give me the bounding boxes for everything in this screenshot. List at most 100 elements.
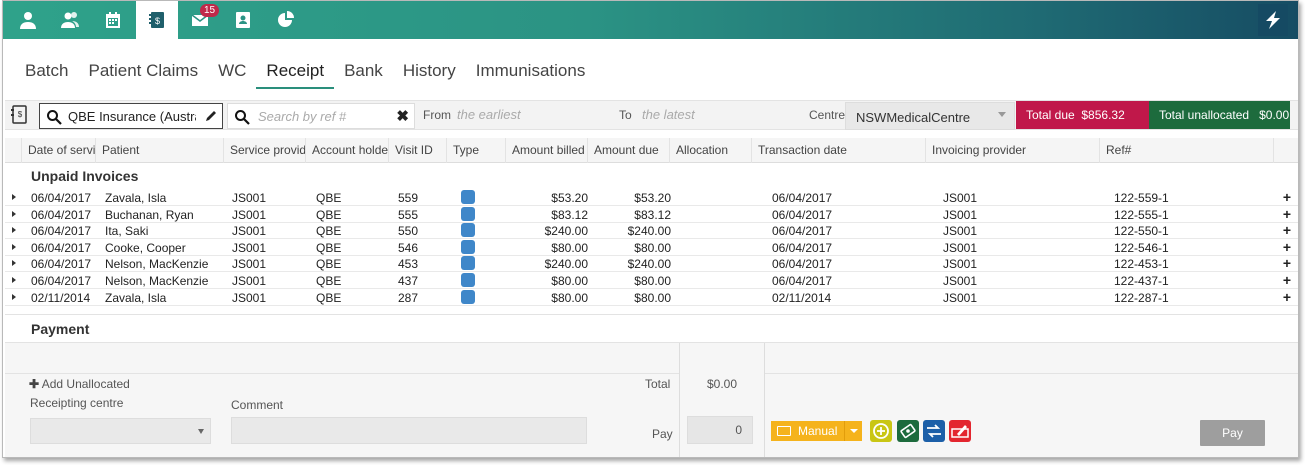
to-date-input[interactable]: the latest [642,107,695,122]
ref-search-input[interactable]: Search by ref # ✖ [227,103,415,129]
pay-button[interactable]: Pay [1200,420,1265,446]
cell-trans: 06/04/2017 [772,207,833,222]
table-row[interactable]: 06/04/2017 Cooke, Cooper JS001 QBE 546 $80.00… [5,239,1298,256]
col-service-provider[interactable]: Service provider [223,138,305,163]
add-allocation-icon[interactable]: + [1283,272,1291,288]
invoice-type-icon[interactable] [461,289,475,304]
clear-icon[interactable]: ✖ [396,107,409,125]
total-unallocated-badge: Total unallocated $0.00 [1149,101,1290,129]
invoice-type-icon[interactable] [461,223,475,238]
table-row[interactable]: 06/04/2017 Nelson, MacKenzie JS001 QBE 453 $2… [5,255,1298,273]
insurer-field[interactable]: QBE Insurance (Australia) [39,103,223,129]
cell-trans: 06/04/2017 [772,274,833,288]
add-allocation-icon[interactable]: + [1283,206,1291,222]
add-unallocated-label: Add Unallocated [41,377,130,391]
table-row[interactable]: 06/04/2017 Zavala, Isla JS001 QBE 559 $53.20 $… [5,189,1298,206]
payment-title: Payment [31,321,90,337]
patients-icon[interactable] [49,1,91,39]
expand-arrow-icon[interactable] [12,260,16,267]
table-row[interactable]: 06/04/2017 Buchanan, Ryan JS001 QBE 555 $83.1… [5,206,1298,223]
expand-arrow-icon[interactable] [12,293,16,300]
cell-trans: 06/04/2017 [772,191,833,205]
contacts-icon[interactable] [222,1,264,39]
tab-receipt[interactable]: Receipt [256,59,335,89]
col-visit-id[interactable]: Visit ID [388,138,446,163]
add-payment-icon[interactable] [870,420,892,442]
col-account-holder[interactable]: Account holder [305,138,388,163]
col-transaction-date[interactable]: Transaction date [751,138,925,163]
col-ref[interactable]: Ref# [1099,138,1273,163]
total-due-value: $856.32 [1081,108,1125,122]
tab-wc[interactable]: WC [208,59,256,89]
comment-field[interactable] [231,417,587,444]
invoice-type-icon[interactable] [461,273,475,287]
tab-bank[interactable]: Bank [334,59,393,89]
payment-method-dropdown[interactable]: Manual [771,421,862,441]
cell-trans: 06/04/2017 [772,224,833,239]
chevron-down-icon[interactable] [844,421,862,441]
filter-bar: $ QBE Insurance (Australia) Search by re… [5,100,1298,130]
table-row[interactable]: 06/04/2017 Nelson, MacKenzie JS001 QBE 437 $8… [5,272,1298,289]
col-amount-due[interactable]: Amount due [587,138,669,163]
cell-holder: QBE [316,240,342,255]
transfer-icon[interactable] [923,420,945,442]
col-patient[interactable]: Patient [95,138,223,163]
from-date-input[interactable]: the earliest [457,107,521,122]
calendar-icon[interactable] [92,1,134,39]
cell-billed: $240.00 [544,257,588,272]
tab-batch[interactable]: Batch [15,59,78,89]
edit-pencil-icon[interactable] [204,109,218,123]
cheque-icon[interactable] [949,420,971,442]
invoice-type-icon[interactable] [461,256,475,271]
billing-icon[interactable]: $ [136,1,178,39]
invoice-type-icon[interactable] [461,206,475,221]
col-allocation[interactable]: Allocation [669,138,751,163]
ledger-icon[interactable]: $ [11,105,29,125]
cell-date: 06/04/2017 [31,224,92,239]
table-row[interactable]: 06/04/2017 Ita, Saki JS001 QBE 550 $240.00 $24… [5,222,1298,240]
ref-search-placeholder: Search by ref # [258,109,347,124]
from-label: From [423,108,451,122]
person-icon[interactable] [7,1,49,39]
plus-icon: ✚ [29,377,40,391]
add-unallocated-link[interactable]: ✚ Add Unallocated [29,377,130,391]
centre-select[interactable]: NSWMedicalCentre [845,102,1015,130]
expand-arrow-icon[interactable] [12,243,16,250]
reports-pie-icon[interactable] [265,1,307,39]
cell-holder: QBE [316,257,342,272]
col-type[interactable]: Type [446,138,505,163]
receipting-centre-select[interactable] [30,418,211,444]
credit-card-icon [777,426,791,436]
table-row[interactable]: 02/11/2014 Zavala, Isla JS001 QBE 287 $80.00 $… [5,289,1298,306]
expand-arrow-icon[interactable] [12,227,16,234]
add-allocation-icon[interactable]: + [1283,189,1291,205]
add-allocation-icon[interactable]: + [1283,289,1291,305]
tab-patient-claims[interactable]: Patient Claims [78,59,208,89]
invoice-type-icon[interactable] [461,239,475,254]
tab-immunisations[interactable]: Immunisations [466,59,596,89]
cell-trans: 02/11/2014 [772,290,832,305]
total-label: Total [645,377,671,391]
total-due-badge: Total due $856.32 [1016,101,1149,129]
add-allocation-icon[interactable]: + [1283,222,1291,238]
add-allocation-icon[interactable]: + [1283,239,1291,255]
app-logo-icon[interactable] [1258,4,1288,36]
invoice-type-icon[interactable] [461,190,475,204]
col-amount-billed[interactable]: Amount billed [505,138,587,163]
add-allocation-icon[interactable]: + [1283,255,1291,271]
expand-arrow-icon[interactable] [12,277,16,283]
cell-date: 06/04/2017 [31,257,92,272]
cell-date: 06/04/2017 [31,191,92,205]
receipting-centre-label: Receipting centre [30,396,124,410]
tab-history[interactable]: History [393,59,466,89]
cell-visit: 437 [398,274,419,288]
pay-amount-input[interactable]: 0 [687,416,753,444]
mail-icon[interactable]: 15 [179,1,221,39]
col-invoicing-provider[interactable]: Invoicing provider [925,138,1099,163]
cell-due: $53.20 [634,191,671,205]
cash-icon[interactable] [897,420,919,442]
expand-arrow-icon[interactable] [12,194,16,200]
invoice-grid-header: Date of service Patient Service provider… [5,138,1298,163]
expand-arrow-icon[interactable] [12,210,16,217]
col-date-of-service[interactable]: Date of service [21,138,95,163]
